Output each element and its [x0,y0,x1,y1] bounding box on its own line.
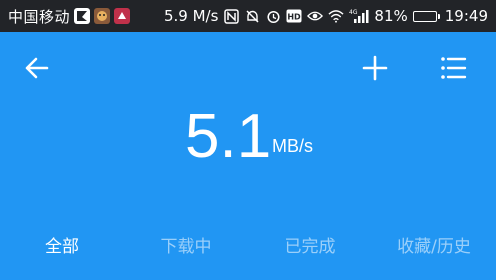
tab-downloading[interactable]: 下载中 [124,224,248,264]
network-speed: 5.9 M/s [163,7,219,25]
app-icon-1 [74,8,91,24]
carrier-name: 中国移动 [8,7,71,26]
download-speed-display: 5.1 MB/s [0,100,496,180]
download-manager-screen: 中国移动 5.9 M/s HD 4G 81% 19:49 5.1 MB/s 全部… [0,0,496,280]
status-bar: 中国移动 5.9 M/s HD 4G 81% 19:49 [0,0,496,32]
battery-percent: 81% [374,7,408,25]
hd-icon: HD [286,8,302,24]
tab-all[interactable]: 全部 [0,224,124,264]
clock: 19:49 [444,7,488,25]
app-icon-2 [94,8,111,24]
nfc-icon [223,8,239,24]
eye-icon [307,8,324,24]
arrow-left-icon [25,57,49,79]
list-menu-button[interactable] [433,48,473,88]
wifi-icon [328,8,344,24]
plus-icon [362,55,388,81]
status-bar-right: 5.9 M/s HD 4G 81% 19:49 [164,7,488,25]
mute-icon [244,8,260,24]
app-icon-3 [114,8,131,24]
toolbar [0,32,496,104]
battery-icon [412,10,440,22]
tab-bar: 全部 下载中 已完成 收藏/历史 [0,224,496,264]
list-icon [441,57,467,79]
svg-text:HD: HD [288,13,302,22]
speed-value: 5.1 [185,102,272,171]
alarm-icon [265,8,281,24]
signal-icon: 4G [349,8,369,24]
back-button[interactable] [17,48,57,88]
tab-completed[interactable]: 已完成 [248,224,372,264]
svg-text:4G: 4G [349,9,358,16]
add-download-button[interactable] [355,48,395,88]
status-bar-left: 中国移动 [8,6,131,27]
tab-favorites-history[interactable]: 收藏/历史 [372,224,496,264]
speed-unit: MB/s [272,136,314,156]
